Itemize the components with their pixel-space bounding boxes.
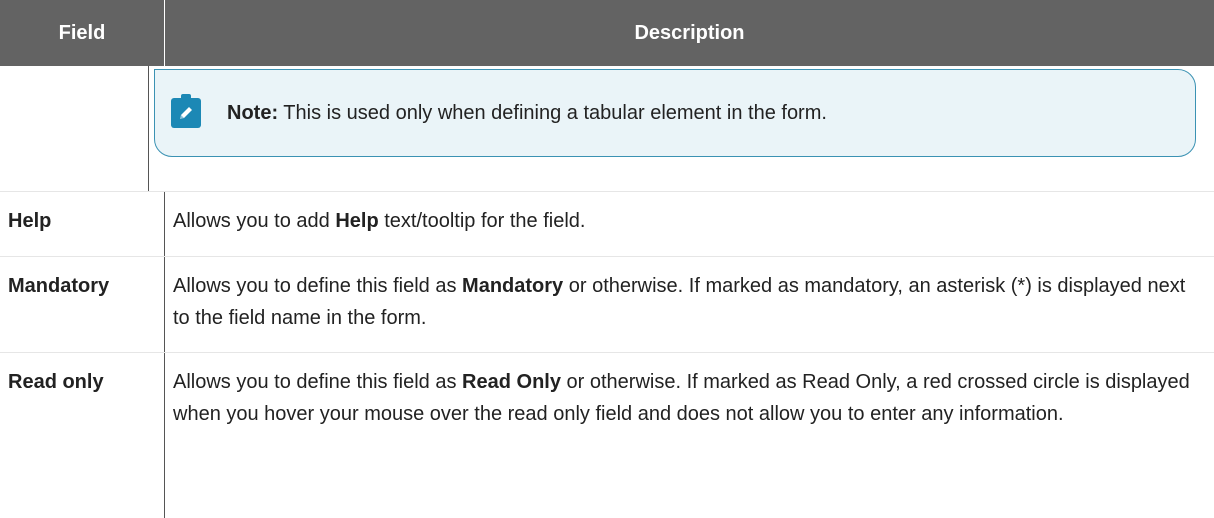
description-cell: Note: This is used only when defining a …	[149, 66, 1214, 191]
table-header: Field Description	[0, 0, 1214, 66]
header-field: Field	[0, 0, 165, 66]
note-text: Note: This is used only when defining a …	[227, 97, 827, 129]
field-name-help: Help	[0, 192, 165, 256]
table-row: Note: This is used only when defining a …	[0, 66, 1214, 192]
field-name-mandatory: Mandatory	[0, 257, 165, 352]
field-description-table: Field Description Note: This is used onl…	[0, 0, 1214, 518]
header-description: Description	[634, 21, 745, 44]
description-mandatory: Allows you to define this field as Manda…	[173, 275, 1186, 329]
description-help: Allows you to add Help text/tooltip for …	[173, 210, 586, 232]
table-row: Read only Allows you to define this fiel…	[0, 353, 1214, 518]
field-cell-empty	[0, 66, 149, 191]
note-body: This is used only when defining a tabula…	[278, 102, 827, 124]
note-label: Note:	[227, 102, 279, 124]
field-name-read-only: Read only	[0, 353, 165, 518]
table-row: Help Allows you to add Help text/tooltip…	[0, 192, 1214, 257]
description-read-only: Allows you to define this field as Read …	[173, 371, 1190, 425]
note-callout: Note: This is used only when defining a …	[154, 69, 1196, 157]
table-row: Mandatory Allows you to define this fiel…	[0, 257, 1214, 353]
pencil-note-icon	[171, 94, 201, 128]
